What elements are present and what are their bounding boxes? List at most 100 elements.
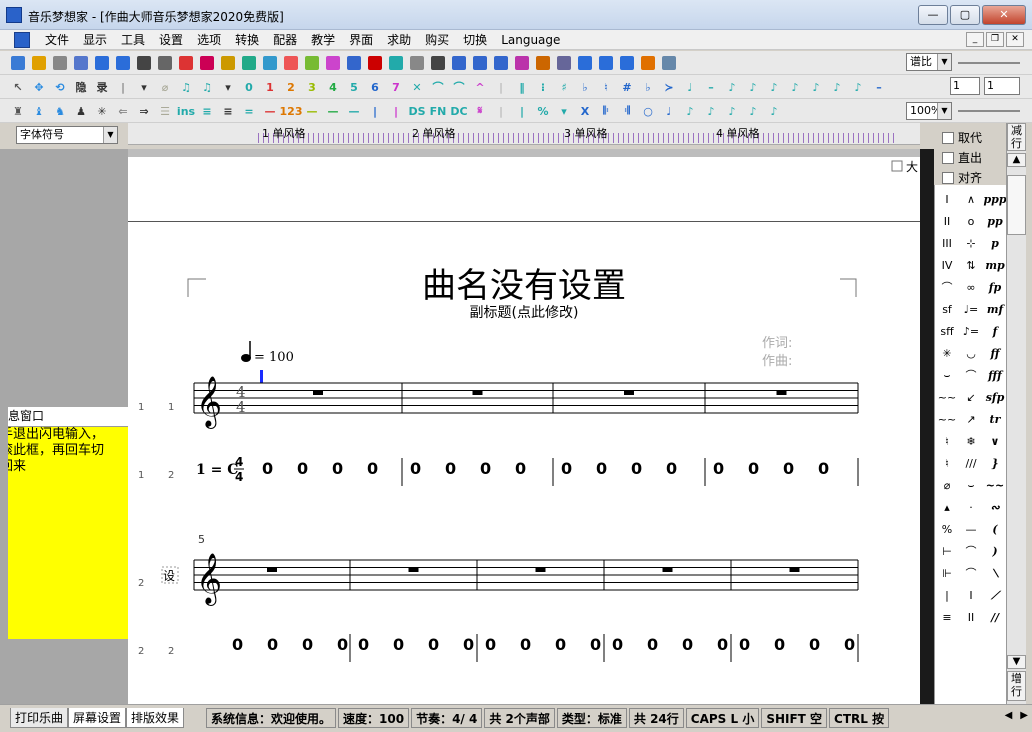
zoom-select[interactable]: 100% ▼ (906, 102, 952, 120)
note-tool[interactable]: 3 (302, 78, 322, 96)
palette-symbol[interactable]: ⟍ (983, 563, 1007, 585)
step-button[interactable] (113, 54, 133, 72)
symbol-tool[interactable]: ○ (638, 102, 658, 120)
note-tool[interactable]: ⌒ (449, 78, 469, 96)
note-tool[interactable]: ♪ (827, 78, 847, 96)
pause-button[interactable] (134, 54, 154, 72)
symbol-tool[interactable]: ⇒ (134, 102, 154, 120)
palette-symbol[interactable]: ▴ (935, 497, 959, 519)
palette-symbol[interactable]: ~~ (983, 475, 1007, 497)
note-tool[interactable]: ♫ (176, 78, 196, 96)
note-tool[interactable]: ⁝ (533, 78, 553, 96)
open-button[interactable] (29, 54, 49, 72)
palette-symbol[interactable]: o (959, 211, 983, 233)
symbol-tool[interactable]: | (491, 102, 511, 120)
link-button[interactable] (533, 54, 553, 72)
menu-item[interactable]: 界面 (342, 32, 380, 48)
note3-button[interactable] (596, 54, 616, 72)
palette-symbol[interactable]: tr (983, 409, 1007, 431)
palette-symbol[interactable]: ) (983, 541, 1007, 563)
note-tool[interactable]: ♪ (785, 78, 805, 96)
note-tool[interactable]: ▾ (218, 78, 238, 96)
folder-button[interactable] (50, 54, 70, 72)
note-tool[interactable]: 2 (281, 78, 301, 96)
note-tool[interactable]: # (617, 78, 637, 96)
note-tool[interactable]: | (113, 78, 133, 96)
menu-item[interactable]: 工具 (114, 32, 152, 48)
symbol-tool[interactable]: DC (449, 102, 469, 120)
add-rows-button[interactable]: 增行 (1007, 671, 1026, 701)
staff-1[interactable]: 𝄞 44 (193, 376, 859, 429)
beam-button[interactable] (554, 54, 574, 72)
palette-symbol[interactable]: fp (983, 277, 1007, 299)
palette-symbol[interactable]: ≡ (935, 607, 959, 629)
menu-item[interactable]: 购买 (418, 32, 456, 48)
note-tool[interactable]: ≻ (659, 78, 679, 96)
note-tool[interactable]: ♩ (680, 78, 700, 96)
status-tab[interactable]: 打印乐曲 (10, 708, 69, 728)
bracket-button[interactable] (386, 54, 406, 72)
menu-item[interactable]: 切换 (456, 32, 494, 48)
large-checkbox[interactable] (891, 160, 903, 172)
score-subtitle[interactable]: 副标题(点此修改) (470, 305, 579, 321)
palette-symbol[interactable]: ppp (983, 189, 1007, 211)
menu-item[interactable]: 文件 (38, 32, 76, 48)
tab-scroll-right-icon[interactable]: ▶ (1020, 710, 1028, 721)
palette-symbol[interactable]: ~~ (935, 387, 959, 409)
palette-symbol[interactable]: ⌣ (959, 475, 983, 497)
note-tool[interactable]: ⌀ (155, 78, 175, 96)
palette-symbol[interactable]: pp (983, 211, 1007, 233)
ruler-label-1[interactable]: 1 单风格 (262, 125, 306, 141)
palette-symbol[interactable]: ♩= (959, 299, 983, 321)
palette-symbol[interactable]: ❄ (959, 431, 983, 453)
note-tool[interactable]: ♪ (764, 78, 784, 96)
redo-button[interactable] (260, 54, 280, 72)
reduce-rows-button[interactable]: 减行 (1007, 123, 1026, 151)
palette-symbol[interactable]: ∾ (983, 497, 1007, 519)
symbol-tool[interactable]: ▾ (554, 102, 574, 120)
mark-button[interactable] (323, 54, 343, 72)
copy-button[interactable] (197, 54, 217, 72)
symbol-tool[interactable]: ins (176, 102, 196, 120)
palette-symbol[interactable]: ⌀ (935, 475, 959, 497)
symbol-tool[interactable]: ♞ (50, 102, 70, 120)
palette-symbol[interactable]: % (935, 519, 959, 541)
paste-button[interactable] (218, 54, 238, 72)
mdi-close-button[interactable]: ✕ (1006, 32, 1024, 47)
palette-symbol[interactable]: ◡ (959, 343, 983, 365)
symbol-tool[interactable]: | (365, 102, 385, 120)
note-tool[interactable]: ⌒ (428, 78, 448, 96)
maximize-button[interactable]: ▢ (950, 5, 980, 25)
note-tool[interactable]: 6 (365, 78, 385, 96)
symbol-tool[interactable]: X (575, 102, 595, 120)
symbol-tool[interactable]: — (344, 102, 364, 120)
note-tool[interactable]: – (701, 78, 721, 96)
palette-symbol[interactable]: f (983, 321, 1007, 343)
symbol-tool[interactable]: DS (407, 102, 427, 120)
note-tool[interactable]: 0 (239, 78, 259, 96)
text-button[interactable] (470, 54, 490, 72)
direct-checkbox[interactable]: 直出 (942, 149, 982, 166)
undo-button[interactable] (239, 54, 259, 72)
composer-label[interactable]: 作曲: (762, 354, 792, 369)
note-tool[interactable]: 5 (344, 78, 364, 96)
palette-symbol[interactable]: ⌣ (935, 365, 959, 387)
plus-button[interactable] (449, 54, 469, 72)
menu-item[interactable]: 配器 (266, 32, 304, 48)
view-select[interactable]: 谱比 ▼ (906, 53, 952, 71)
dot-button[interactable] (365, 54, 385, 72)
left-button[interactable] (491, 54, 511, 72)
symbol-tool[interactable]: ♟ (71, 102, 91, 120)
note-tool[interactable]: 隐 (71, 78, 91, 96)
instrument-tag[interactable]: 设 (163, 569, 175, 583)
note-tool[interactable]: 录 (92, 78, 112, 96)
palette-symbol[interactable]: ∧ (959, 189, 983, 211)
align-checkbox[interactable]: 对齐 (942, 169, 982, 186)
symbol-tool[interactable]: — (260, 102, 280, 120)
note-tool[interactable]: 1 (260, 78, 280, 96)
symbol-tool[interactable]: % (533, 102, 553, 120)
note-tool[interactable]: ‖ (512, 78, 532, 96)
score-title[interactable]: 曲名没有设置 (422, 266, 626, 306)
down-button[interactable] (659, 54, 679, 72)
chord-button[interactable] (512, 54, 532, 72)
